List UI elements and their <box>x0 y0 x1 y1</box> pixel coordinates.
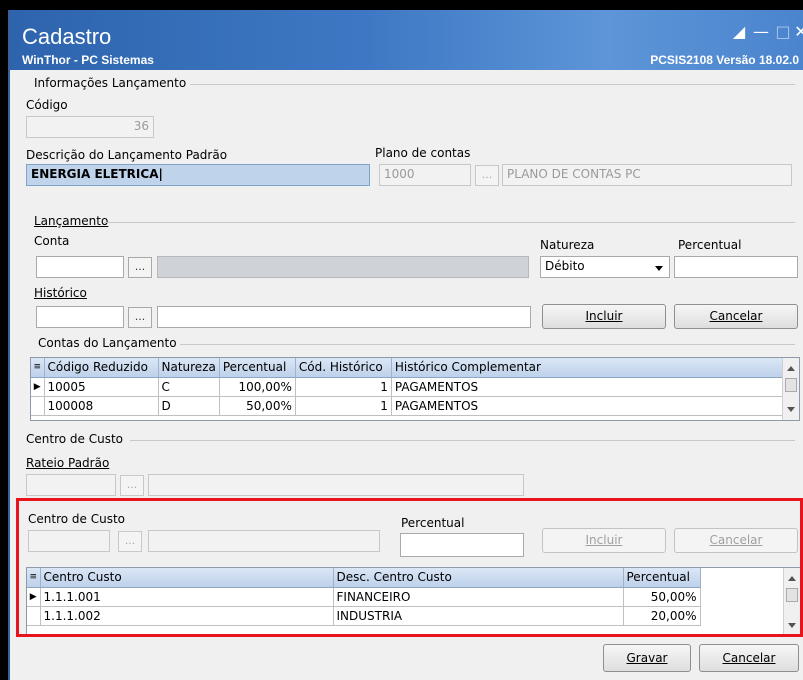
contas-grid-header: ≡ Código Reduzido Natureza Percentual Có… <box>31 358 784 378</box>
rateio-lookup-button[interactable]: ... <box>120 475 144 496</box>
info-group-label: Informações Lançamento <box>34 76 187 90</box>
table-cell: 50,00% <box>219 396 296 416</box>
incluir-button[interactable]: Incluir <box>542 304 666 329</box>
column-header[interactable]: Cód. Histórico <box>295 358 392 378</box>
conta-lookup-button[interactable]: ... <box>128 257 152 278</box>
table-row[interactable]: 100008 D 50,00% 1 PAGAMENTOS <box>31 396 784 416</box>
rateio-field[interactable] <box>26 474 116 496</box>
plano-lookup-button[interactable]: ... <box>475 165 499 186</box>
codigo-label: Código <box>26 98 68 112</box>
maximize-icon[interactable]: □ <box>775 24 791 40</box>
table-row[interactable]: ▶ 10005 C 100,00% 1 PAGAMENTOS <box>31 377 784 397</box>
historico-description-field[interactable] <box>157 306 531 328</box>
lancamento-group-divider <box>104 222 795 223</box>
column-header[interactable]: Percentual <box>219 358 296 378</box>
plano-code-field[interactable]: 1000 <box>379 164 471 186</box>
cancelar-lancamento-button[interactable]: Cancelar <box>674 304 798 329</box>
incluir-button-label: Incluir <box>585 309 623 323</box>
table-cell: 1 <box>295 377 392 397</box>
natureza-label: Natureza <box>540 238 595 252</box>
table-cell: 100008 <box>44 396 159 416</box>
table-cell: PAGAMENTOS <box>391 377 784 397</box>
descricao-label: Descrição do Lançamento Padrão <box>26 148 228 162</box>
lancamento-group-label: Lançamento <box>34 214 109 228</box>
cancelar-button[interactable]: Cancelar <box>699 644 799 672</box>
highlight-frame <box>16 498 803 637</box>
contas-group-label: Contas do Lançamento <box>38 336 177 350</box>
contas-scrollbar[interactable] <box>782 358 799 420</box>
natureza-select[interactable]: Débito <box>540 256 670 278</box>
table-cell: 1 <box>295 396 392 416</box>
close-icon[interactable]: ✕ <box>793 24 803 40</box>
natureza-value: Débito <box>545 259 585 273</box>
version-label: PCSIS2108 Versão 18.02.0 <box>650 53 799 67</box>
minimize-icon[interactable]: — <box>753 24 769 40</box>
column-header[interactable]: Histórico Complementar <box>391 358 784 378</box>
scroll-up-icon[interactable] <box>787 366 795 371</box>
conta-label: Conta <box>34 234 70 248</box>
conta-field[interactable] <box>36 256 124 278</box>
historico-field[interactable] <box>36 306 124 328</box>
window-subtitle: WinThor - PC Sistemas <box>22 53 154 67</box>
row-pointer-icon: ▶ <box>31 377 45 397</box>
grid-menu-icon[interactable]: ≡ <box>31 358 45 378</box>
gravar-label: Gravar <box>626 651 668 665</box>
window-title: Cadastro <box>22 24 112 49</box>
scroll-down-icon[interactable] <box>787 407 795 412</box>
info-group-divider <box>190 84 795 85</box>
plano-label: Plano de contas <box>375 146 471 160</box>
historico-lookup-button[interactable]: ... <box>128 307 152 328</box>
percentual-field[interactable] <box>674 256 798 278</box>
percentual-label: Percentual <box>678 238 742 252</box>
table-cell: PAGAMENTOS <box>391 396 784 416</box>
column-header[interactable]: Natureza <box>158 358 220 378</box>
cancelar-lancamento-label: Cancelar <box>709 309 763 323</box>
cancelar-label: Cancelar <box>722 651 776 665</box>
restore-icon[interactable]: ◢ <box>731 24 747 40</box>
plano-name-field: PLANO DE CONTAS PC <box>502 164 792 186</box>
centro-group-divider <box>130 440 795 441</box>
descricao-field[interactable]: ENERGIA ELETRICA| <box>26 164 370 186</box>
scroll-thumb[interactable] <box>785 378 797 392</box>
historico-label: Histórico <box>34 286 87 300</box>
contas-group-divider <box>180 344 795 345</box>
contas-grid[interactable]: ≡ Código Reduzido Natureza Percentual Có… <box>30 357 800 421</box>
title-bar: Cadastro WinThor - PC Sistemas PCSIS2108… <box>10 10 803 70</box>
table-cell: 10005 <box>44 377 159 397</box>
rateio-label: Rateio Padrão <box>26 456 110 470</box>
codigo-field[interactable]: 36 <box>26 116 154 138</box>
rateio-description-field <box>148 474 524 496</box>
centro-group-label: Centro de Custo <box>26 432 123 446</box>
table-cell: C <box>158 377 220 397</box>
chevron-down-icon <box>655 266 663 271</box>
gravar-button[interactable]: Gravar <box>603 644 691 672</box>
row-indicator <box>31 396 45 416</box>
conta-description-field <box>157 256 529 278</box>
table-cell: 100,00% <box>219 377 296 397</box>
column-header[interactable]: Código Reduzido <box>44 358 159 378</box>
table-cell: D <box>158 396 220 416</box>
